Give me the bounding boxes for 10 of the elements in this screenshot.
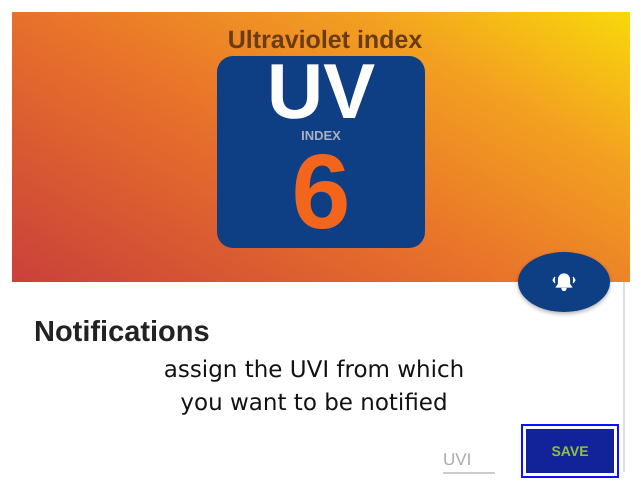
bell-icon <box>551 272 577 292</box>
card-title: Notifications <box>34 316 211 348</box>
badge-label: INDEX <box>301 128 341 144</box>
save-button[interactable]: SAVE <box>521 424 619 478</box>
uvi-input-field[interactable]: UVI <box>443 448 495 474</box>
card-description: assign the UVI from which you want to be notified <box>162 356 466 418</box>
notification-button[interactable] <box>518 252 610 312</box>
badge-top-text: UV <box>266 58 376 124</box>
header-title: Ultraviolet index <box>228 26 422 54</box>
uv-index-value: 6 <box>292 144 350 240</box>
